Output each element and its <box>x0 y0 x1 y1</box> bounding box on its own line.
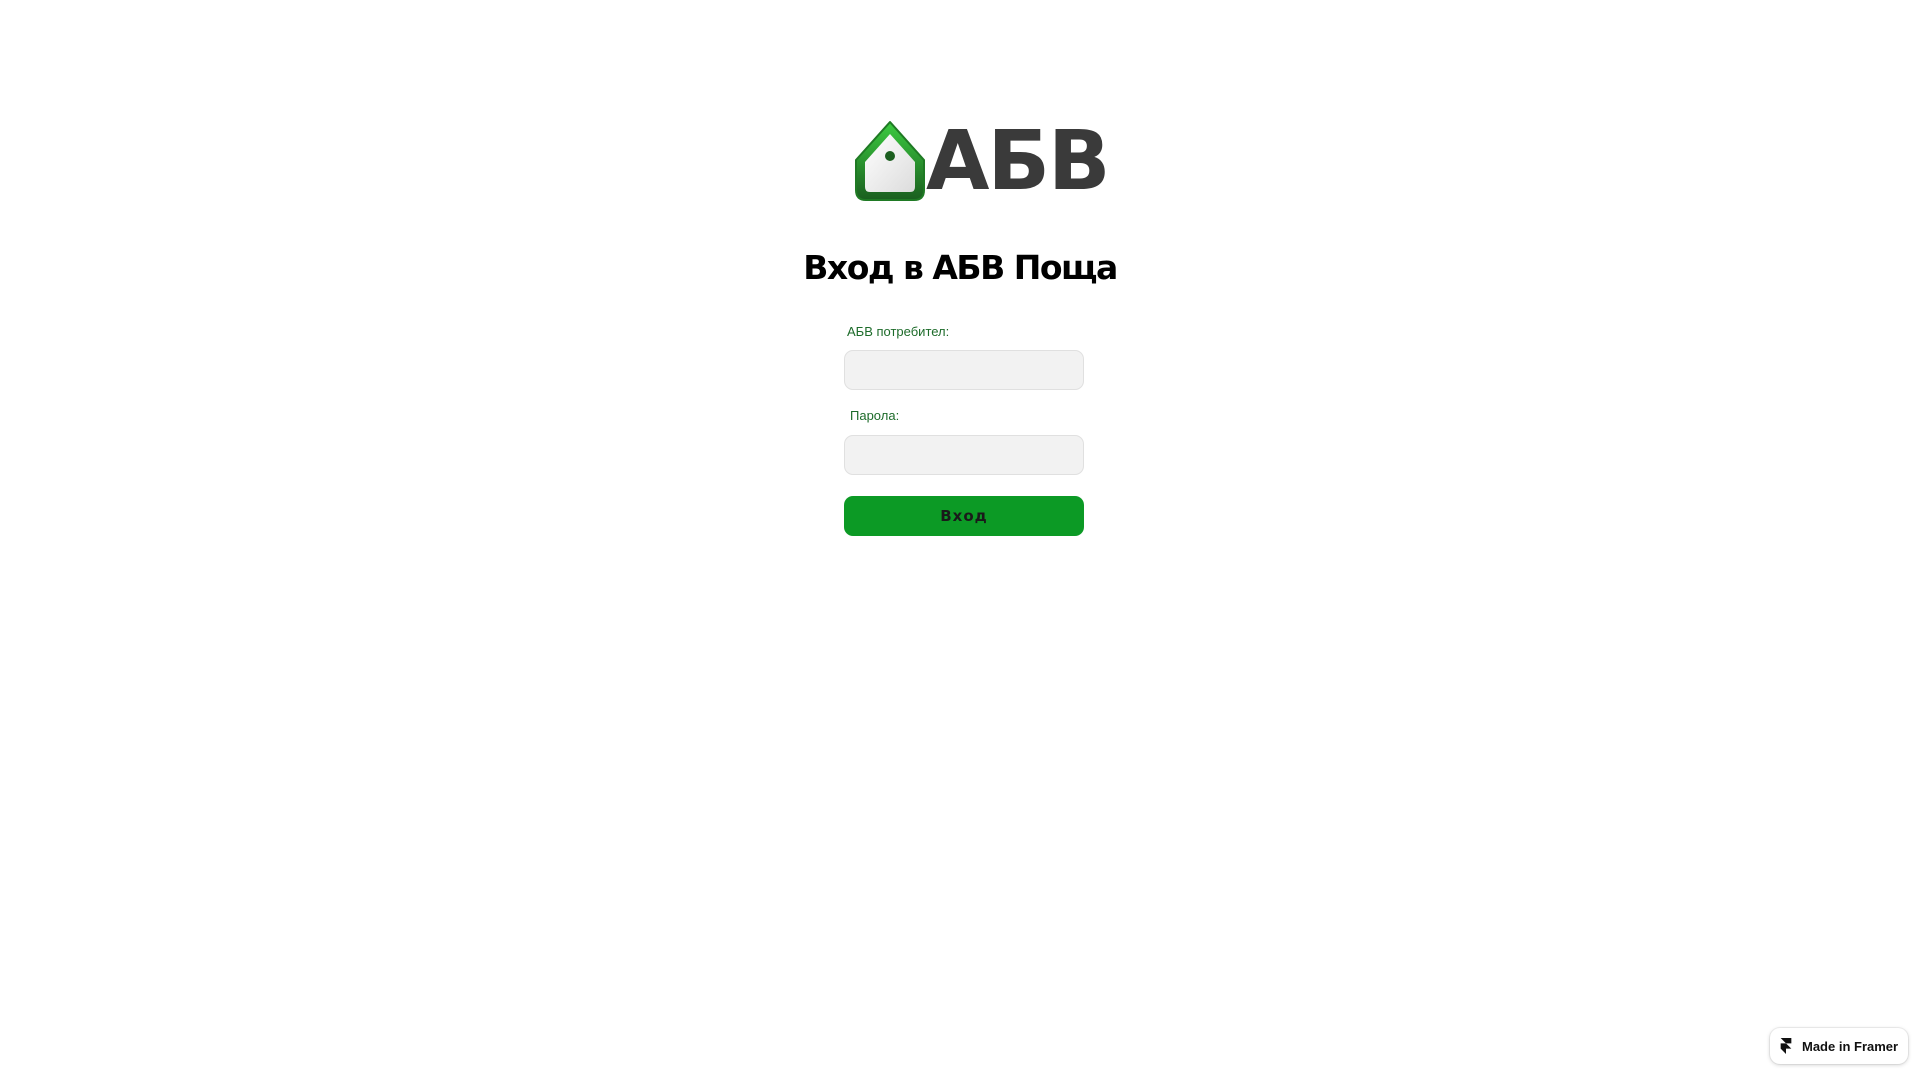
made-in-framer-label: Made in Framer <box>1802 1038 1899 1054</box>
framer-icon <box>1780 1038 1792 1054</box>
password-input[interactable] <box>844 435 1084 475</box>
username-input[interactable] <box>844 350 1084 390</box>
logo-wordmark: АБВ <box>926 114 1110 209</box>
page-title: Вход в АБВ Поща <box>803 248 1118 287</box>
username-label: АБВ потребител: <box>847 324 950 339</box>
made-in-framer-badge[interactable]: Made in Framer <box>1770 1028 1908 1064</box>
page: АБВ Вход в АБВ Поща АБВ потребител: Паро… <box>0 0 1920 1080</box>
password-label: Парола: <box>850 408 900 423</box>
login-button[interactable]: Вход <box>844 496 1084 536</box>
brand-logo: АБВ <box>852 116 1110 208</box>
